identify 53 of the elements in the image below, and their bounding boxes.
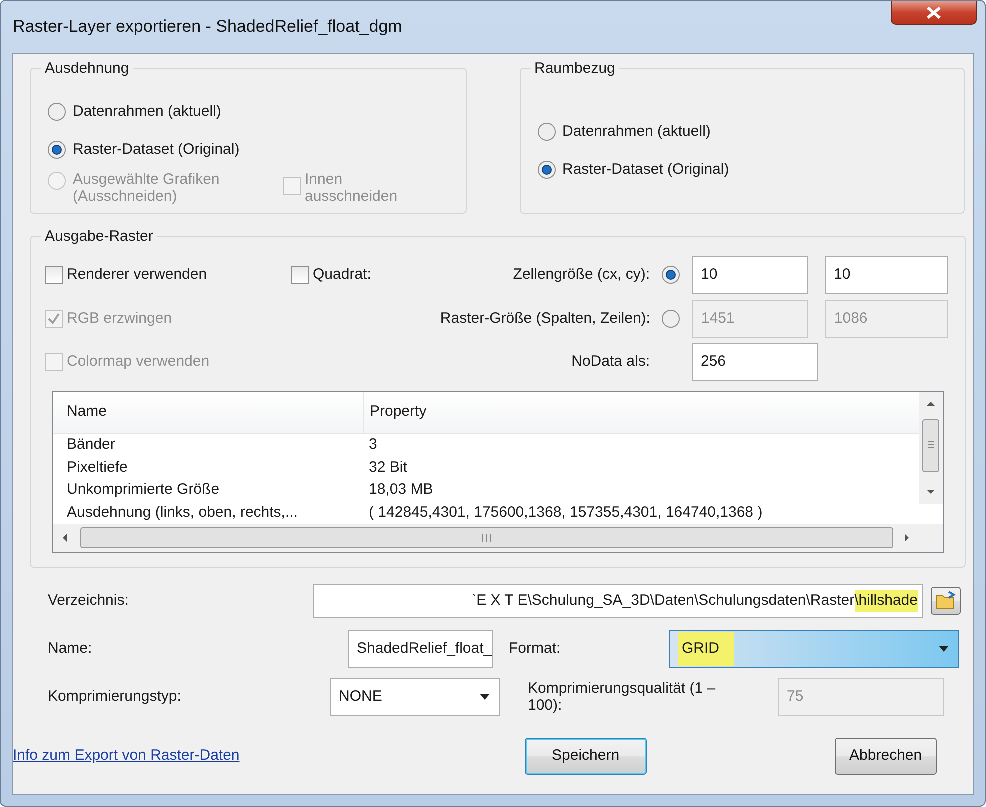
caret-icon <box>479 693 491 701</box>
table-cell-text: ( 142845,4301, 175600,1368, 157355,4301, 164740,1368 ) <box>368 502 764 522</box>
checkbox-label: Renderer verwenden <box>67 264 208 285</box>
option-label: Ausgewählte Grafiken (Ausschneiden) <box>73 171 221 206</box>
horizontal-scrollbar[interactable] <box>53 524 943 552</box>
close-icon <box>925 6 943 20</box>
field-label: Name: <box>48 638 94 659</box>
column-header[interactable]: Name <box>53 401 363 424</box>
option-label: Innen ausschneiden <box>305 171 399 206</box>
compression-dropdown[interactable]: NONE <box>330 678 500 716</box>
cancel-button[interactable]: Abbrechen <box>834 738 938 774</box>
table-cell-text: Pixeltiefe <box>66 458 129 478</box>
close-button[interactable] <box>891 1 977 25</box>
window-title: Raster-Layer exportieren - ShadedRelief_float_dgm <box>13 16 402 38</box>
input-field[interactable]: 256 <box>692 343 818 381</box>
input-field[interactable]: ShadedRelief_float_ <box>348 630 493 668</box>
radio-button[interactable] <box>536 160 556 180</box>
folder-icon <box>935 590 957 612</box>
checkbox[interactable] <box>45 266 63 284</box>
field-label: Verzeichnis: <box>48 590 130 611</box>
vertical-scrollbar[interactable] <box>919 392 943 504</box>
option-label: Raster-Dataset (Original) <box>73 140 240 160</box>
option-label: Raster-Dataset (Original) <box>562 160 730 180</box>
radio-button[interactable] <box>47 140 67 160</box>
input-field[interactable]: 10 <box>692 256 808 294</box>
browse-button[interactable] <box>931 586 961 616</box>
option-label: Datenrahmen (aktuell) <box>562 122 711 142</box>
field-label: Format: <box>509 638 562 659</box>
caret-icon <box>938 645 950 653</box>
radio-button[interactable] <box>536 122 556 142</box>
save-button[interactable]: Speichern <box>525 738 647 774</box>
checkbox-label: RGB erzwingen <box>67 308 172 329</box>
field-label: Raster-Größe (Spalten, Zeilen): <box>440 308 650 329</box>
radio-button[interactable] <box>47 102 67 122</box>
radio-button[interactable] <box>661 309 682 329</box>
format-dropdown[interactable]: GRID <box>669 630 959 668</box>
table-cell-text: Unkomprimierte Größe <box>66 480 221 500</box>
option-label: Datenrahmen (aktuell) <box>73 102 222 122</box>
field-label: Komprimierungsqualität (1 – 100): <box>528 680 717 714</box>
field-label: NoData als: <box>572 352 650 372</box>
table-cell-text: 18,03 MB <box>368 480 434 500</box>
field-label: Komprimierungstyp: <box>48 686 182 707</box>
help-link[interactable]: Info zum Export von Raster-Daten <box>13 745 525 768</box>
checkbox-label: Colormap verwenden <box>67 352 210 372</box>
checkbox[interactable] <box>291 266 309 284</box>
field-label: Zellengröße (cx, cy): <box>513 264 650 285</box>
input-field[interactable]: 10 <box>825 256 948 294</box>
checkbox-label: Quadrat: <box>313 264 372 285</box>
radio-button[interactable] <box>661 265 681 285</box>
table-cell-text: Ausdehnung (links, oben, rechts,... <box>66 502 299 522</box>
table-cell-text: 3 <box>368 435 378 455</box>
table-cell-text: Bänder <box>66 435 116 455</box>
table-cell-text: 32 Bit <box>368 458 408 478</box>
